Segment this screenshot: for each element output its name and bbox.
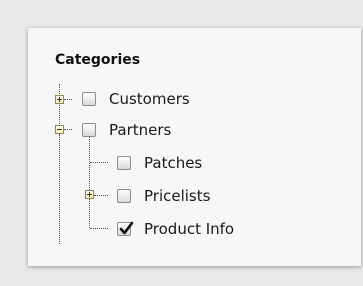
pricelists-checkbox[interactable] [117, 189, 131, 203]
checkmark-icon [119, 221, 134, 235]
tree-item-product-info[interactable]: Product Info [28, 217, 288, 241]
tree-item-patches[interactable]: Patches [28, 151, 288, 175]
categories-panel: Categories Customers Partners Patches Pr… [28, 28, 361, 266]
plus-icon[interactable] [55, 95, 64, 104]
tree-item-partners[interactable]: Partners [28, 118, 288, 142]
customers-checkbox[interactable] [82, 92, 96, 106]
tree-item-label[interactable]: Patches [144, 154, 202, 172]
tree-item-label[interactable]: Customers [109, 90, 190, 108]
minus-icon[interactable] [55, 125, 64, 134]
category-tree: Customers Partners Patches Pricelists Pr… [28, 28, 361, 266]
partners-checkbox[interactable] [82, 123, 96, 137]
product-info-checkbox[interactable] [117, 221, 134, 236]
tree-item-label[interactable]: Partners [109, 121, 171, 139]
tree-item-label[interactable]: Pricelists [144, 187, 210, 205]
tree-item-label[interactable]: Product Info [144, 220, 234, 238]
plus-icon[interactable] [85, 190, 94, 199]
patches-checkbox[interactable] [117, 156, 131, 170]
tree-connector [89, 136, 90, 228]
tree-item-pricelists[interactable]: Pricelists [28, 184, 288, 208]
tree-item-customers[interactable]: Customers [28, 87, 288, 111]
